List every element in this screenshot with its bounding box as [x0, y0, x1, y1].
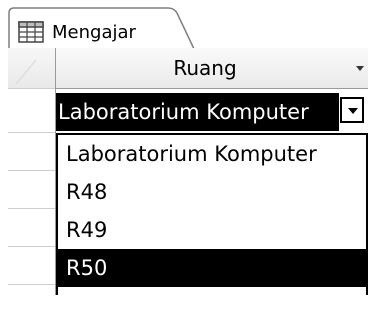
ruang-dropdown-list: Laboratorium Komputer R48 R49 R50: [56, 133, 368, 295]
record-selector-column: [8, 48, 55, 295]
record-selector[interactable]: [8, 284, 55, 322]
record-selector[interactable]: [8, 88, 55, 126]
dropdown-option[interactable]: R48: [58, 173, 366, 211]
dropdown-option-selected[interactable]: R50: [58, 249, 366, 287]
record-selector[interactable]: [8, 132, 55, 170]
combobox-value[interactable]: Laboratorium Komputer: [56, 93, 339, 131]
table-icon: [18, 21, 44, 43]
dropdown-option[interactable]: Laboratorium Komputer: [58, 135, 366, 173]
tab-mengajar[interactable]: Mengajar: [8, 7, 195, 49]
ruang-combobox[interactable]: Laboratorium Komputer: [56, 93, 368, 131]
record-selector[interactable]: [8, 208, 55, 246]
tab-label: Mengajar: [52, 22, 136, 43]
dropdown-arrow-icon[interactable]: [356, 66, 364, 71]
combobox-dropdown-button[interactable]: [340, 97, 364, 123]
object-tab-strip: Mengajar: [0, 0, 368, 50]
select-all-corner[interactable]: [8, 48, 55, 88]
chevron-down-icon: [348, 108, 358, 114]
column-header-ruang[interactable]: Ruang: [56, 48, 368, 89]
dropdown-option[interactable]: R49: [58, 211, 366, 249]
record-selector[interactable]: [8, 246, 55, 284]
record-selector[interactable]: [8, 170, 55, 208]
datasheet: Ruang Laboratorium Komputer Laboratorium…: [8, 48, 368, 295]
column-header-label: Ruang: [173, 56, 237, 80]
